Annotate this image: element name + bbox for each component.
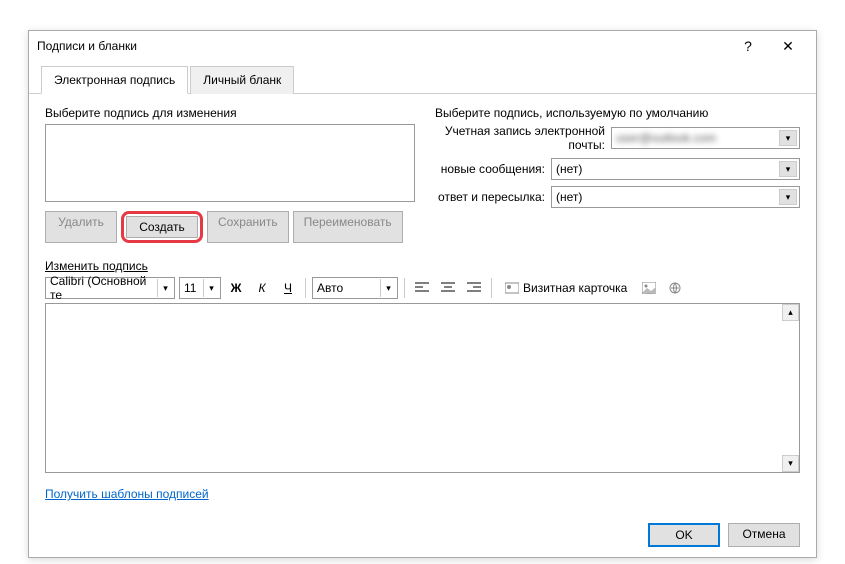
insert-image-button[interactable] <box>638 277 660 299</box>
align-left-button[interactable] <box>411 277 433 299</box>
sig-buttons: Удалить Создать Сохранить Переименовать <box>45 211 415 243</box>
align-left-icon <box>415 282 429 294</box>
tab-stationery[interactable]: Личный бланк <box>190 66 294 94</box>
editor-toolbar: Calibri (Основной те ▾ 11 ▾ Ж К Ч Авто ▾… <box>45 277 800 299</box>
dialog-signatures: Подписи и бланки ? ✕ Электронная подпись… <box>28 30 817 558</box>
editor-wrap: ▴ ▾ <box>45 303 800 473</box>
close-button[interactable]: ✕ <box>768 32 808 60</box>
select-sig-label: Выберите подпись для изменения <box>45 106 415 120</box>
chevron-down-icon: ▾ <box>779 130 797 146</box>
separator <box>305 278 306 298</box>
italic-button[interactable]: К <box>251 277 273 299</box>
reply-value: (нет) <box>556 190 582 204</box>
rename-button[interactable]: Переименовать <box>293 211 403 243</box>
dialog-title: Подписи и бланки <box>37 39 728 53</box>
insert-link-button[interactable] <box>664 277 686 299</box>
row-account: Учетная запись электронной почты: user@o… <box>435 124 800 152</box>
scroll-down-button[interactable]: ▾ <box>782 455 799 472</box>
scroll-up-button[interactable]: ▴ <box>782 304 799 321</box>
cancel-button[interactable]: Отмена <box>728 523 800 547</box>
align-right-icon <box>467 282 481 294</box>
help-button[interactable]: ? <box>728 32 768 60</box>
footer: OK Отмена <box>648 523 800 547</box>
underline-button[interactable]: Ч <box>277 277 299 299</box>
separator <box>404 278 405 298</box>
fontsize-select[interactable]: 11 ▾ <box>179 277 221 299</box>
chevron-down-icon: ▾ <box>779 189 797 205</box>
dialog-body: Выберите подпись для изменения Удалить С… <box>29 94 816 255</box>
newmsg-select[interactable]: (нет) ▾ <box>551 158 800 180</box>
templates-link[interactable]: Получить шаблоны подписей <box>45 487 209 501</box>
newmsg-value: (нет) <box>556 162 582 176</box>
row-reply: ответ и пересылка: (нет) ▾ <box>435 186 800 208</box>
right-panel: Выберите подпись, используемую по умолча… <box>435 106 800 243</box>
ok-button[interactable]: OK <box>648 523 720 547</box>
default-sig-label: Выберите подпись, используемую по умолча… <box>435 106 800 120</box>
bizcard-button[interactable]: Визитная карточка <box>498 277 634 299</box>
separator <box>491 278 492 298</box>
save-button[interactable]: Сохранить <box>207 211 289 243</box>
color-select[interactable]: Авто ▾ <box>312 277 398 299</box>
row-newmsg: новые сообщения: (нет) ▾ <box>435 158 800 180</box>
create-highlight: Создать <box>121 211 203 243</box>
image-icon <box>642 282 656 294</box>
link-icon <box>668 282 682 294</box>
newmsg-label: новые сообщения: <box>435 162 545 176</box>
tabs: Электронная подпись Личный бланк <box>29 65 816 94</box>
chevron-down-icon: ▾ <box>203 279 219 297</box>
account-label: Учетная запись электронной почты: <box>435 124 605 152</box>
reply-label: ответ и пересылка: <box>435 190 545 204</box>
create-button[interactable]: Создать <box>126 216 198 238</box>
align-right-button[interactable] <box>463 277 485 299</box>
signature-list[interactable] <box>45 124 415 202</box>
account-value: user@outlook.com <box>616 131 716 145</box>
reply-select[interactable]: (нет) ▾ <box>551 186 800 208</box>
chevron-down-icon: ▾ <box>157 279 173 297</box>
edit-sig-label: Изменить подпись <box>45 259 800 273</box>
chevron-down-icon: ▾ <box>779 161 797 177</box>
chevron-down-icon: ▾ <box>380 279 396 297</box>
bold-button[interactable]: Ж <box>225 277 247 299</box>
font-select[interactable]: Calibri (Основной те ▾ <box>45 277 175 299</box>
align-center-button[interactable] <box>437 277 459 299</box>
bizcard-icon <box>505 282 519 294</box>
align-center-icon <box>441 282 455 294</box>
delete-button[interactable]: Удалить <box>45 211 117 243</box>
tab-esignature[interactable]: Электронная подпись <box>41 66 188 94</box>
left-panel: Выберите подпись для изменения Удалить С… <box>45 106 415 243</box>
signature-editor[interactable] <box>45 303 800 473</box>
titlebar: Подписи и бланки ? ✕ <box>29 31 816 61</box>
account-select[interactable]: user@outlook.com ▾ <box>611 127 800 149</box>
